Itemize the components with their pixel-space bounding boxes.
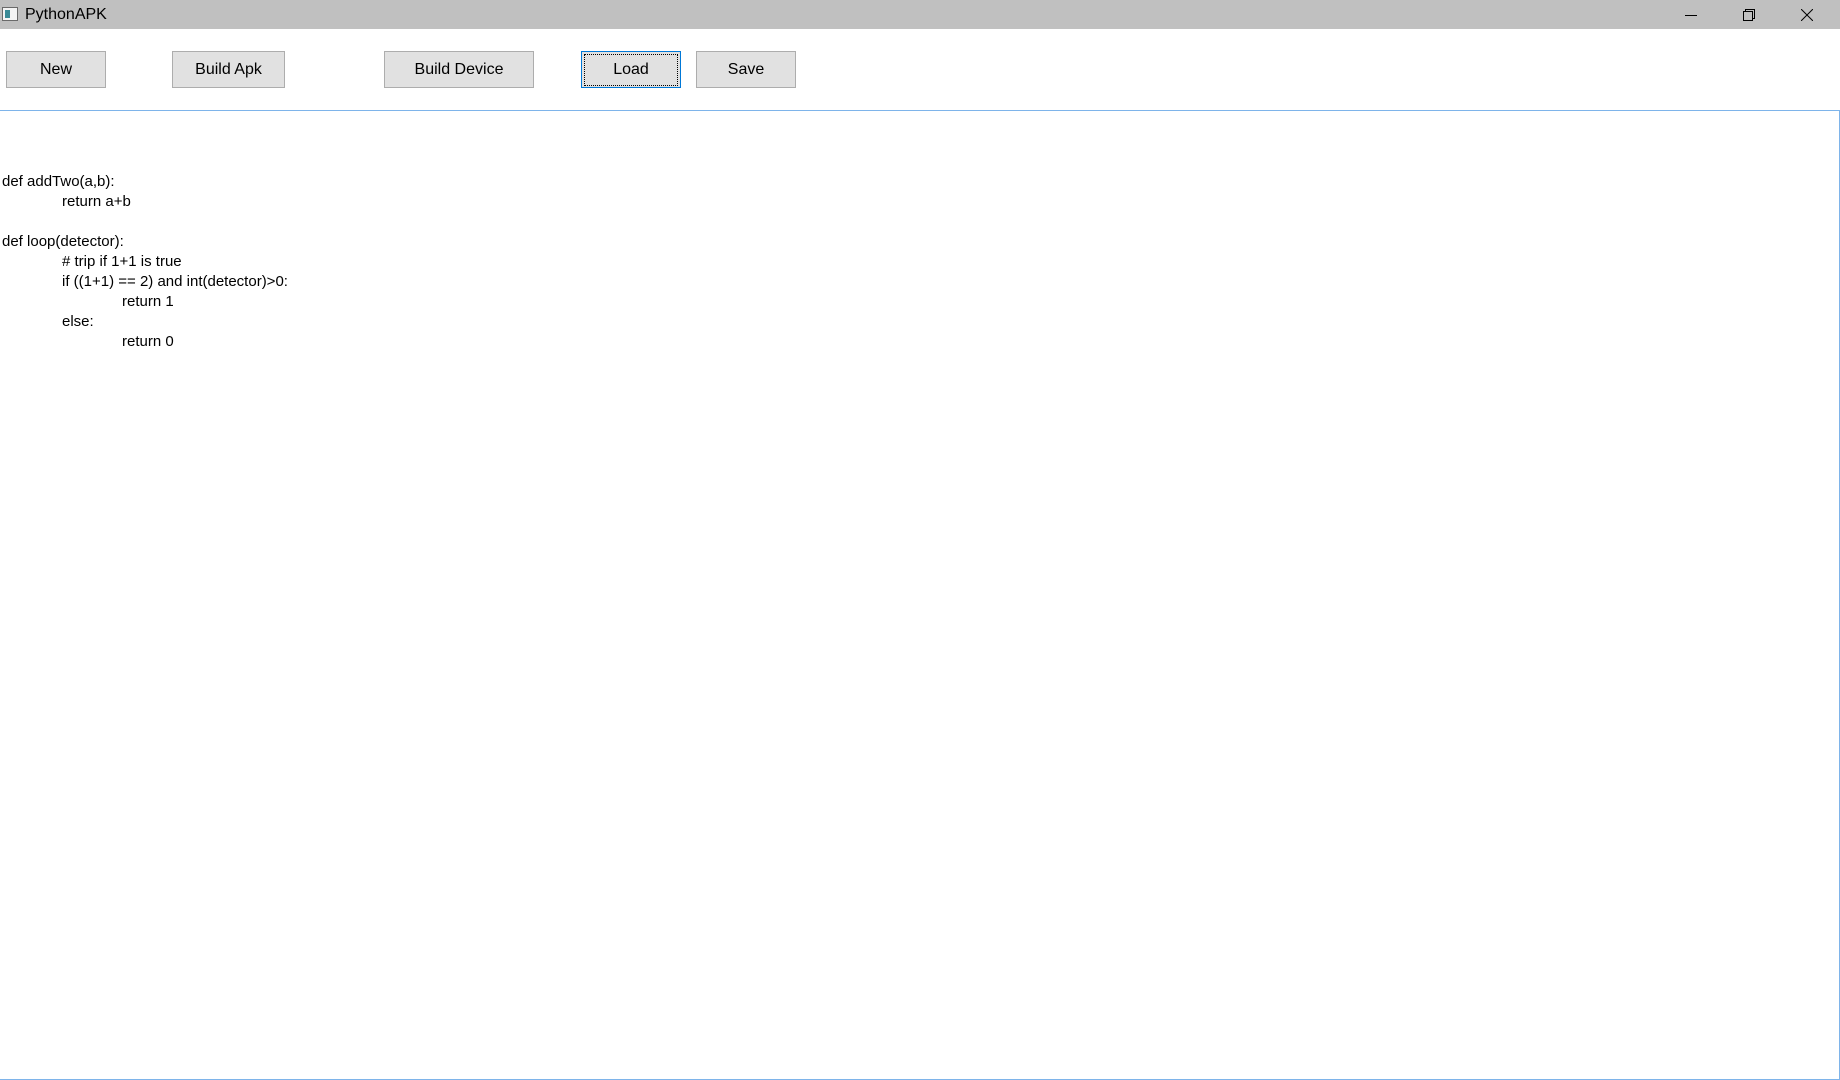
build-device-button-label: Build Device (414, 60, 504, 78)
app-window-icon (2, 7, 18, 21)
new-button[interactable]: New (6, 51, 106, 88)
main-window: PythonAPK New Build Apk Build Device Loa… (0, 0, 1840, 1080)
restore-button[interactable] (1720, 0, 1778, 29)
restore-icon (1743, 8, 1755, 21)
save-button-label: Save (727, 60, 765, 78)
window-title: PythonAPK (25, 6, 107, 23)
minimize-icon (1685, 14, 1697, 16)
close-button[interactable] (1778, 0, 1836, 29)
code-line: # trip if 1+1 is true (62, 253, 182, 270)
code-text[interactable]: def addTwo(a,b): return a+b def loop(det… (2, 152, 288, 352)
code-line: def addTwo(a,b): (2, 173, 115, 190)
code-line: else: (62, 313, 94, 330)
minimize-button[interactable] (1662, 0, 1720, 29)
close-icon (1801, 8, 1813, 21)
build-apk-button-label: Build Apk (195, 60, 262, 78)
new-button-label: New (39, 60, 72, 78)
code-line: return 0 (122, 333, 174, 350)
code-line: def loop(detector): (2, 233, 124, 250)
build-device-button[interactable]: Build Device (384, 51, 534, 88)
code-line: return a+b (62, 193, 131, 210)
load-button-label: Load (584, 53, 678, 86)
title-bar[interactable]: PythonAPK (0, 0, 1840, 29)
build-apk-button[interactable]: Build Apk (172, 51, 285, 88)
code-line: return 1 (122, 293, 174, 310)
load-button[interactable]: Load (581, 51, 681, 88)
code-editor[interactable]: def addTwo(a,b): return a+b def loop(det… (0, 110, 1840, 1080)
code-line: if ((1+1) == 2) and int(detector)>0: (62, 273, 288, 290)
save-button[interactable]: Save (696, 51, 796, 88)
